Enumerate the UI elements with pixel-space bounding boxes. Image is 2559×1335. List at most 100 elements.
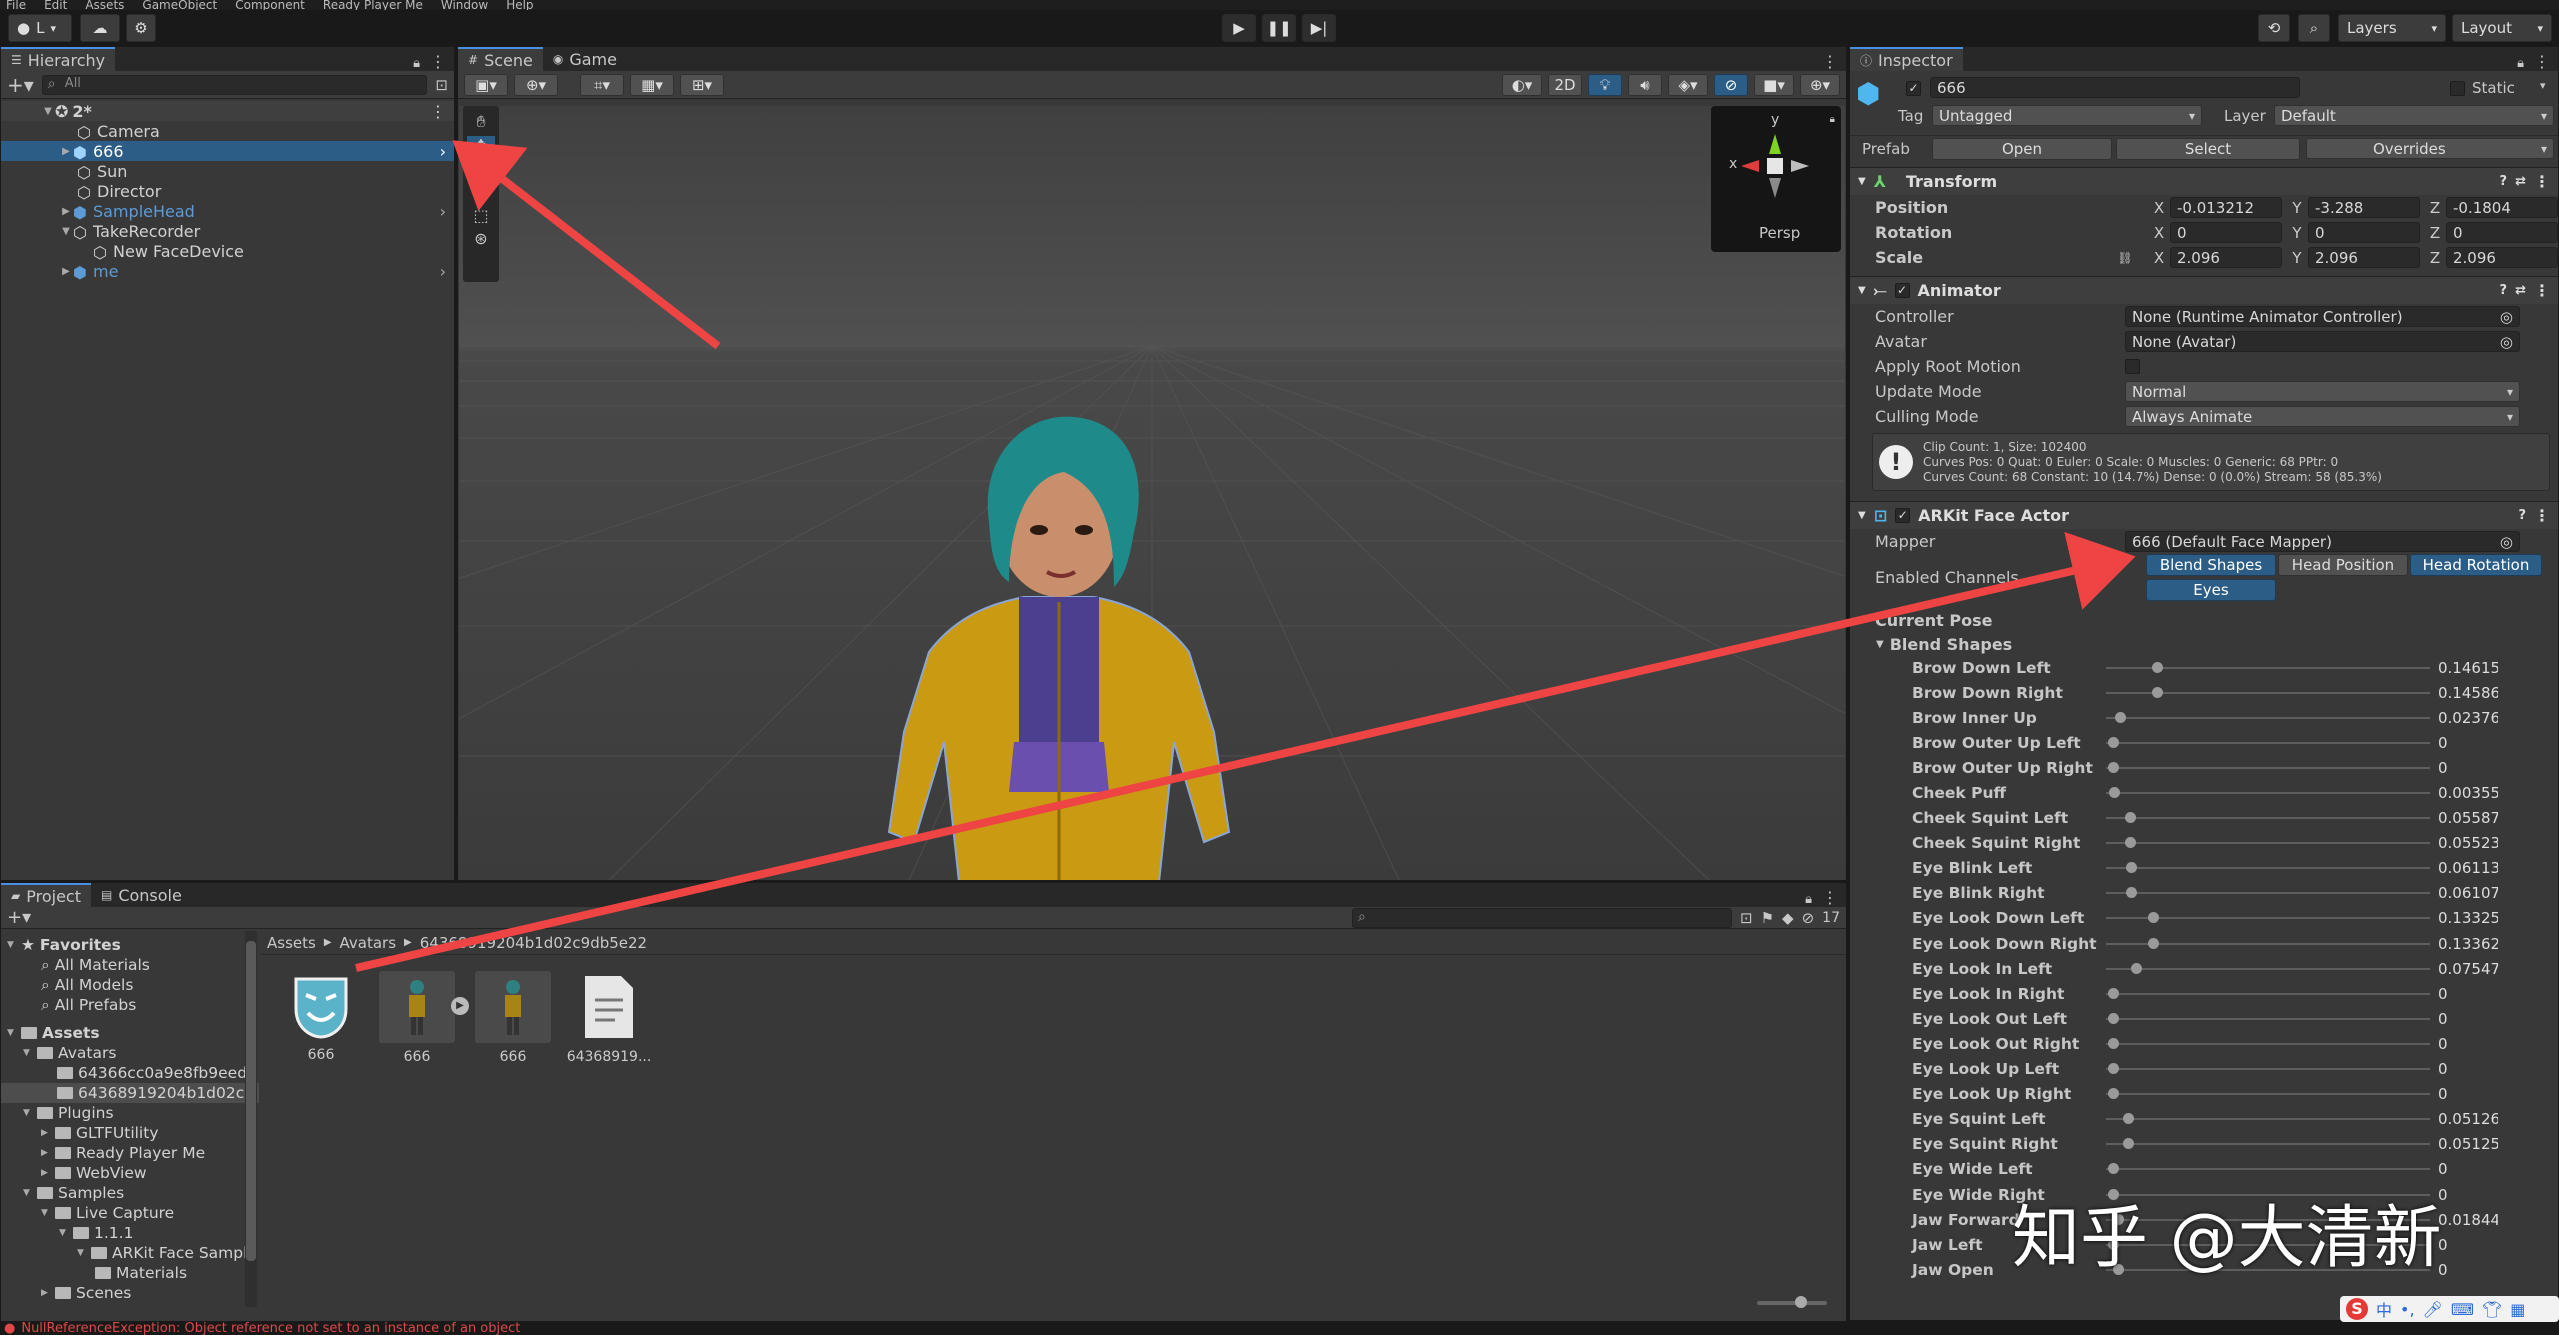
chevron-down-icon[interactable]: ▼	[59, 1228, 73, 1238]
tree-scrollbar[interactable]	[245, 931, 257, 1307]
blend-shape-slider[interactable]	[2106, 708, 2430, 728]
blend-shape-slider[interactable]	[2106, 658, 2430, 678]
chevron-down-icon[interactable]: ▼	[41, 106, 55, 117]
rotate-tool-icon[interactable]: ⟳	[474, 159, 487, 178]
hierarchy-item-666[interactable]: ▶ ⬢ 666 ›	[1, 141, 454, 162]
chevron-down-icon[interactable]: ▾	[2540, 79, 2546, 92]
help-icon[interactable]: ?	[2518, 508, 2526, 523]
blend-shape-slider[interactable]	[2106, 683, 2430, 703]
tab-game[interactable]: ◉ Game	[542, 47, 627, 71]
more-icon[interactable]: ⋮	[1822, 888, 1838, 907]
layer-dropdown[interactable]: Default	[2274, 105, 2554, 126]
blend-shape-slider[interactable]	[2106, 883, 2430, 903]
blend-shape-value[interactable]: 0	[2438, 1085, 2498, 1103]
chevron-down-icon[interactable]: ▼	[1858, 285, 1866, 296]
blend-shape-slider[interactable]	[2106, 934, 2430, 954]
orientation-gizmo[interactable]: 🔒︎ y x Persp	[1711, 106, 1841, 252]
filter-icon[interactable]: ⚑	[1761, 909, 1774, 927]
blend-shape-value[interactable]: 0.05126	[2438, 1110, 2498, 1128]
blend-shape-value[interactable]: 0.05587	[2438, 809, 2498, 827]
preset-icon[interactable]: ⇄	[2515, 174, 2526, 189]
object-name-field[interactable]: 666	[1930, 77, 2300, 98]
chevron-down-icon[interactable]: ▼	[41, 1208, 55, 1218]
arkit-enabled-checkbox[interactable]: ✓	[1895, 508, 1911, 523]
blend-shape-value[interactable]: 0	[2438, 1060, 2498, 1078]
project-tree-item[interactable]: ▼ Assets	[1, 1023, 259, 1043]
slider-knob[interactable]	[2123, 1113, 2135, 1125]
slider-knob[interactable]	[2108, 736, 2119, 748]
project-tree-item[interactable]: ▶ Ready Player Me	[1, 1143, 259, 1163]
projection-label[interactable]: Persp	[1759, 224, 1800, 242]
add-icon[interactable]: +▾	[7, 907, 31, 928]
hand-tool-icon[interactable]: ✋︎	[476, 112, 485, 132]
account-button[interactable]: ● L ▾	[8, 14, 72, 42]
more-icon[interactable]: ⋮	[2534, 52, 2550, 71]
preset-icon[interactable]: ⇄	[2515, 283, 2526, 298]
target-icon[interactable]: ◎	[2500, 308, 2513, 326]
asset-item[interactable]: 666	[473, 971, 553, 1065]
target-icon[interactable]: ◎	[2500, 533, 2513, 551]
blend-shape-slider[interactable]	[2106, 758, 2430, 778]
chevron-right-icon[interactable]: ▶	[41, 1148, 55, 1158]
prefab-select-button[interactable]: Select	[2116, 138, 2300, 160]
project-tree-item[interactable]: ▼ Plugins	[1, 1103, 259, 1123]
hidden-objects-button[interactable]: ⊘	[1714, 73, 1748, 96]
asset-item[interactable]: 666	[281, 971, 361, 1065]
chevron-down-icon[interactable]: ▼	[1858, 510, 1866, 521]
project-tree-item[interactable]: Materials	[1, 1263, 259, 1283]
blend-shape-slider[interactable]	[2106, 984, 2430, 1004]
slider-knob[interactable]	[2126, 887, 2138, 899]
project-tree-item[interactable]: ▶ GLTFUtility	[1, 1123, 259, 1143]
breadcrumb-current[interactable]: 64368919204b1d02c9db5e22	[420, 934, 647, 952]
more-icon[interactable]: ⋮	[2534, 506, 2550, 525]
collab-button[interactable]: ⚙	[126, 14, 156, 42]
hierarchy-item-camera[interactable]: ⬡ Camera	[1, 121, 454, 143]
layers-dropdown[interactable]: Layers ▾	[2338, 14, 2446, 42]
chevron-down-icon[interactable]: ▼	[1858, 176, 1866, 187]
layout-dropdown[interactable]: Layout ▾	[2452, 14, 2552, 42]
menu-help[interactable]: Help	[506, 0, 533, 10]
status-bar[interactable]: ● NullReferenceException: Object referen…	[0, 1322, 2559, 1335]
menu-gameobject[interactable]: GameObject	[142, 0, 217, 10]
slider-knob[interactable]	[2124, 837, 2136, 849]
chevron-right-icon[interactable]: ›	[440, 262, 446, 281]
slider-knob[interactable]	[2108, 987, 2119, 999]
animator-header[interactable]: ▼ ⤚ ✓ Animator ? ⇄ ⋮	[1850, 276, 2558, 304]
rotation-y-field[interactable]: 0	[2308, 222, 2420, 243]
project-tree-item[interactable]: ⌕ All Materials	[1, 955, 259, 975]
controller-field[interactable]: None (Runtime Animator Controller) ◎	[2125, 306, 2520, 327]
effects-dropdown[interactable]: ◈▾	[1668, 73, 1708, 96]
slider-knob[interactable]	[2126, 862, 2138, 874]
blend-shape-slider[interactable]	[2106, 808, 2430, 828]
slider-knob[interactable]	[2108, 1037, 2119, 1049]
blend-shape-value[interactable]: 0	[2438, 985, 2498, 1003]
project-tree-item[interactable]: ▼ 1.1.1	[1, 1223, 259, 1243]
transform-header[interactable]: ▼ ⅄ Transform ? ⇄ ⋮	[1850, 167, 2558, 195]
move-tool-icon[interactable]: ✥	[467, 136, 495, 155]
active-checkbox[interactable]: ✓	[1906, 81, 1921, 96]
blend-shape-value[interactable]: 0	[2438, 1010, 2498, 1028]
menu-file[interactable]: File	[6, 0, 26, 10]
project-tree-item[interactable]: ⌕ All Prefabs	[1, 995, 259, 1015]
project-tree-item[interactable]: ▼ Live Capture	[1, 1203, 259, 1223]
help-icon[interactable]: ?	[2500, 174, 2508, 189]
blend-shape-value[interactable]: 0	[2438, 734, 2498, 752]
avatar-field[interactable]: None (Avatar) ◎	[2125, 331, 2520, 352]
project-tree-item[interactable]: ▼ ★ Favorites	[1, 935, 259, 955]
blend-shape-slider[interactable]	[2106, 733, 2430, 753]
hierarchy-item-takerecorder[interactable]: ▼ ⬡ TakeRecorder	[1, 221, 454, 243]
prefab-overrides-dropdown[interactable]: Overrides	[2306, 138, 2554, 159]
blend-shape-slider[interactable]	[2106, 959, 2430, 979]
blend-shape-value[interactable]: 0.05523	[2438, 834, 2498, 852]
slider-knob[interactable]	[2123, 1138, 2135, 1150]
tab-project[interactable]: ▰ Project	[1, 883, 91, 907]
slider-knob[interactable]	[2130, 962, 2142, 974]
chevron-right-icon[interactable]: ›	[440, 142, 446, 161]
scale-y-field[interactable]: 2.096	[2308, 247, 2420, 268]
link-icon[interactable]: ⛓	[2117, 251, 2152, 265]
project-tree-item[interactable]: ▼ Avatars	[1, 1043, 259, 1063]
tag-dropdown[interactable]: Untagged	[1932, 105, 2202, 126]
blend-shape-value[interactable]: 0.13362	[2438, 935, 2498, 953]
add-icon[interactable]: +▾	[7, 73, 34, 97]
slider-knob[interactable]	[2124, 812, 2136, 824]
